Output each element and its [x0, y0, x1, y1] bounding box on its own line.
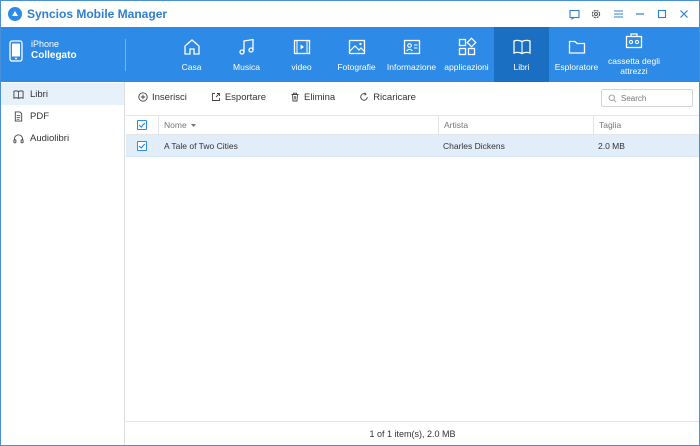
tab-label: Casa: [181, 62, 202, 72]
sidebar-item-books[interactable]: Libri: [1, 83, 124, 105]
sidebar-item-label: Libri: [30, 88, 48, 100]
status-bar: 1 of 1 item(s), 2.0 MB: [126, 421, 699, 445]
music-icon: [238, 38, 254, 55]
search-icon: [608, 94, 617, 102]
book-icon: [512, 39, 531, 55]
search-input[interactable]: [621, 93, 691, 103]
minimize-button[interactable]: [629, 5, 651, 23]
phone-icon: [9, 39, 23, 62]
sidebar: Libri PDF Audiolibri: [1, 82, 125, 445]
tab-explorer[interactable]: Esploratore: [549, 27, 604, 82]
tab-music[interactable]: Musica: [219, 27, 274, 82]
trash-icon: [291, 92, 299, 102]
tab-label: video: [291, 62, 312, 72]
tab-home[interactable]: Casa: [164, 27, 219, 82]
search-box[interactable]: [601, 89, 693, 107]
tab-label: applicazioni: [444, 62, 489, 72]
book-icon: [13, 89, 24, 99]
photo-icon: [348, 39, 365, 55]
app-title: Syncios Mobile Manager: [27, 7, 168, 21]
sort-down-icon: [190, 123, 196, 127]
toolbox-icon: [625, 33, 643, 49]
menu-icon: [613, 10, 623, 18]
cell-name: A Tale of Two Cities: [164, 140, 238, 151]
refresh-label: Ricaricare: [373, 91, 416, 103]
main-content: Inserisci Esportare Elimina Ricaricare N…: [126, 82, 699, 445]
tab-video[interactable]: video: [274, 27, 329, 82]
close-icon: [680, 10, 688, 18]
document-icon: [14, 110, 23, 122]
export-label: Esportare: [224, 91, 267, 103]
column-header-label: Artista: [444, 120, 469, 130]
status-text: 1 of 1 item(s), 2.0 MB: [369, 428, 456, 439]
select-all-checkbox[interactable]: [137, 120, 147, 130]
plus-circle-icon: [138, 92, 148, 102]
app-logo-icon: [8, 7, 22, 21]
export-button[interactable]: Esportare: [211, 92, 266, 103]
tab-label: Fotografie: [337, 62, 376, 72]
tab-toolbox[interactable]: cassetta degli attrezzi: [604, 27, 664, 82]
title-bar: Syncios Mobile Manager: [1, 1, 699, 27]
table-header: Nome Artista Taglia: [126, 115, 699, 135]
check-icon: [138, 143, 146, 149]
menu-button[interactable]: [607, 5, 629, 23]
tab-books[interactable]: Libri: [494, 27, 549, 82]
column-header-label: Taglia: [599, 120, 622, 130]
column-header-artist[interactable]: Artista: [438, 115, 593, 135]
sidebar-item-audiobooks[interactable]: Audiolibri: [1, 127, 124, 149]
column-header-label: Nome: [164, 120, 187, 130]
device-status: Collegato: [31, 50, 77, 61]
tab-information[interactable]: Informazione: [384, 27, 439, 82]
row-checkbox[interactable]: [137, 140, 147, 151]
header-checkbox-cell: [126, 120, 158, 130]
insert-label: Inserisci: [152, 91, 187, 103]
gear-icon: [591, 9, 601, 19]
top-navigation: iPhone Collegato Casa Musica video Fotog…: [1, 27, 699, 82]
tab-label: Esploratore: [554, 62, 599, 72]
maximize-button[interactable]: [651, 5, 673, 23]
check-icon: [138, 122, 146, 128]
chat-icon: [568, 9, 580, 20]
nav-divider: [125, 39, 126, 71]
tab-apps[interactable]: applicazioni: [439, 27, 494, 82]
feedback-button[interactable]: [563, 5, 585, 23]
table-row[interactable]: A Tale of Two Cities Charles Dickens 2.0…: [126, 135, 699, 157]
refresh-button[interactable]: Ricaricare: [359, 92, 416, 103]
folder-icon: [568, 40, 585, 54]
sidebar-item-label: PDF: [30, 110, 49, 122]
tab-label: Musica: [233, 62, 260, 72]
device-info[interactable]: iPhone Collegato: [9, 39, 77, 62]
cell-artist: Charles Dickens: [443, 140, 505, 151]
maximize-icon: [657, 9, 667, 19]
column-header-size[interactable]: Taglia: [593, 115, 699, 135]
home-icon: [183, 39, 200, 55]
export-icon: [211, 93, 220, 101]
row-checkbox-cell: [126, 140, 158, 151]
nav-tabs: Casa Musica video Fotografie Informazion…: [164, 27, 664, 82]
window-controls: [563, 5, 695, 23]
tab-label: Libri: [513, 62, 530, 72]
delete-label: Elimina: [304, 91, 336, 103]
apps-icon: [458, 37, 477, 56]
settings-button[interactable]: [585, 5, 607, 23]
minimize-icon: [636, 13, 644, 15]
column-header-name[interactable]: Nome: [158, 115, 438, 135]
sidebar-item-label: Audiolibri: [30, 132, 70, 144]
tab-photos[interactable]: Fotografie: [329, 27, 384, 82]
tab-label: Informazione: [386, 62, 437, 72]
contact-card-icon: [403, 39, 420, 55]
refresh-icon: [360, 92, 368, 101]
toolbar: Inserisci Esportare Elimina Ricaricare: [126, 82, 699, 112]
close-button[interactable]: [673, 5, 695, 23]
video-icon: [293, 39, 310, 55]
tab-label: cassetta degli attrezzi: [608, 56, 660, 76]
delete-button[interactable]: Elimina: [290, 92, 335, 103]
cell-size: 2.0 MB: [598, 140, 625, 151]
insert-button[interactable]: Inserisci: [138, 92, 187, 103]
headphones-icon: [13, 133, 24, 143]
device-name: iPhone: [31, 39, 60, 49]
sidebar-item-pdf[interactable]: PDF: [1, 105, 124, 127]
